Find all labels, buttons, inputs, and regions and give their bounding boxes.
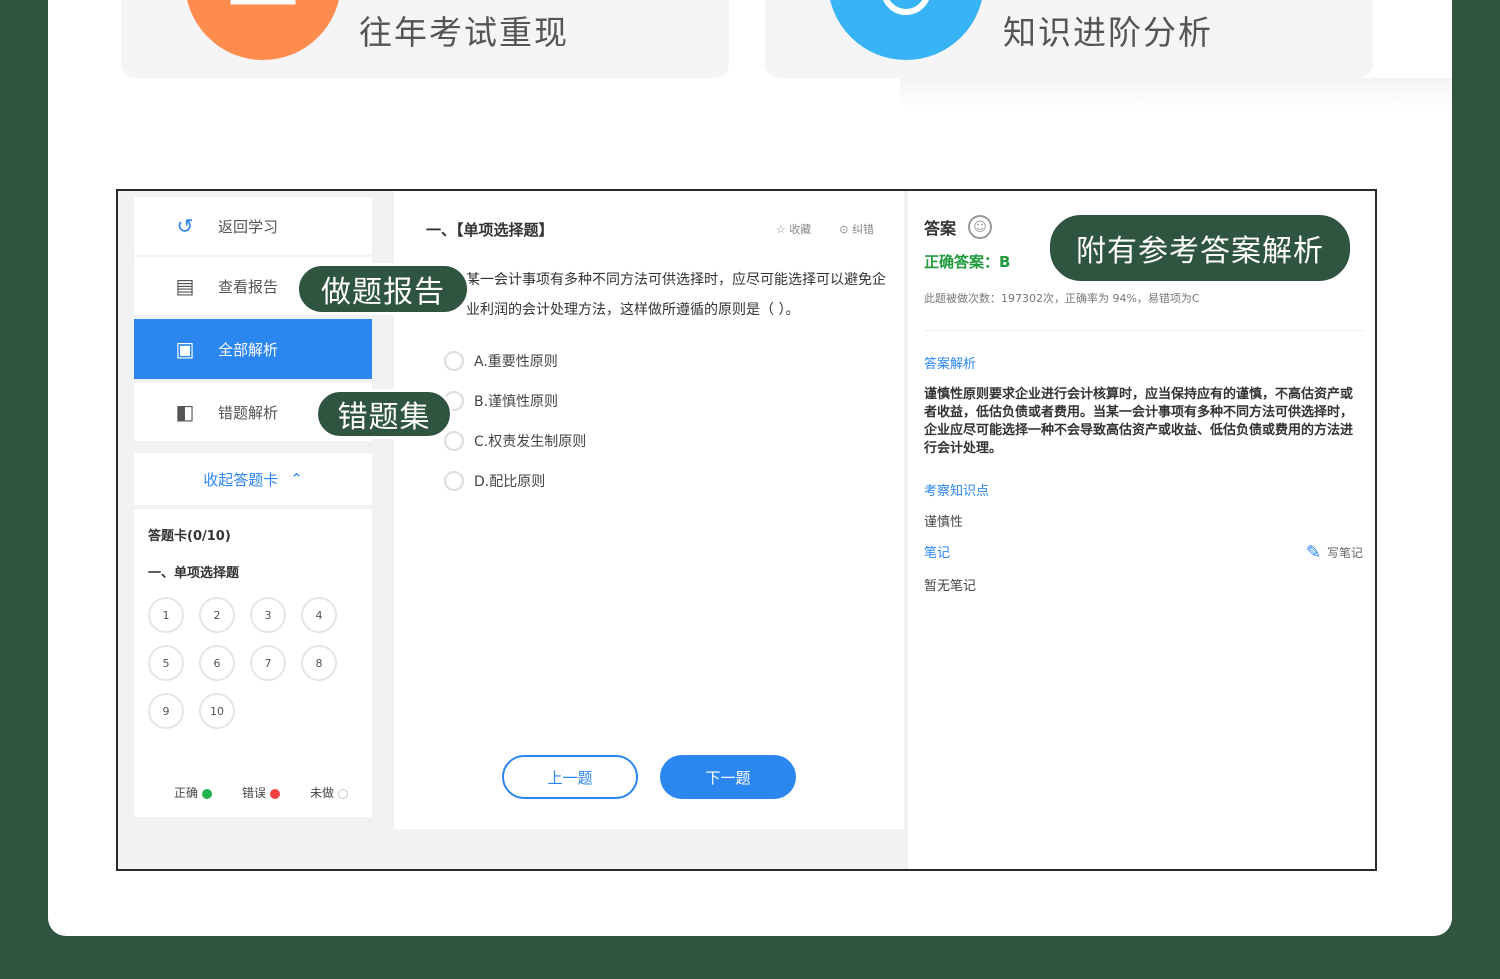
collapse-card-button[interactable]: 收起答题卡 ⌃: [134, 453, 372, 505]
option-label: A.重要性原则: [474, 354, 558, 370]
legend-undone: 未做: [310, 784, 349, 801]
pencil-icon: ✎: [1305, 542, 1321, 563]
back-arrow-icon: ↺: [176, 214, 194, 238]
question-text: 某一会计事项有多种不同方法可供选择时，应尽可能选择可以避免企业利润的会计处理方法…: [466, 272, 886, 318]
sidebar-item-all-analysis[interactable]: ▣ 全部解析: [134, 319, 372, 379]
legend-wrong: 错误: [242, 784, 281, 801]
feature-card-knowledge: 知识进阶分析: [765, 0, 1373, 78]
feature-label: 知识进阶分析: [1003, 13, 1213, 52]
callout-reference-answer: 附有参考答案解析: [1047, 212, 1353, 284]
notes-title: 笔记: [924, 546, 951, 561]
option-label: C.权责发生制原则: [474, 434, 587, 450]
option-c[interactable]: C.权责发生制原则: [444, 431, 586, 451]
sidebar-item-label: 全部解析: [218, 340, 279, 359]
knowledge-title: 考察知识点: [924, 484, 990, 499]
sidebar-item-back[interactable]: ↺ 返回学习: [134, 197, 372, 255]
analysis-title: 答案解析: [924, 357, 977, 372]
answer-stats: 此题被做次数：197302次，正确率为 94%，易错项为C: [924, 290, 1363, 331]
radio-icon: [444, 471, 464, 491]
prev-question-button[interactable]: 上一题: [502, 755, 638, 799]
legend-correct: 正确: [174, 784, 213, 801]
question-panel: 一、【单项选择题】 ☆ 收藏 ⊙ 纠错 某一会计事项有多种不同方法可供选择时，应…: [394, 191, 904, 829]
radio-icon: [444, 431, 464, 451]
status-legend: 正确 错误 未做: [174, 784, 349, 801]
question-type: 一、【单项选择题】: [426, 221, 554, 239]
report-error-button[interactable]: ⊙ 纠错: [839, 221, 874, 237]
question-number[interactable]: 3: [250, 597, 286, 633]
answer-card: 答题卡(0/10) 一、单项选择题 1 2 3 4 5 6 7 8 9 10 正…: [134, 509, 372, 817]
smile-icon: ☺: [968, 215, 993, 239]
question-number[interactable]: 10: [199, 693, 235, 729]
question-number[interactable]: 1: [148, 597, 184, 633]
answer-card-title: 答题卡(0/10): [148, 529, 231, 544]
question-number[interactable]: 7: [250, 645, 286, 681]
star-icon: ☆: [775, 223, 786, 236]
analysis-text: 谨慎性原则要求企业进行会计核算时，应当保持应有的谨慎，不高估资产或者收益，低估负…: [924, 387, 1354, 456]
section-title: 一、单项选择题: [148, 566, 240, 581]
question-number[interactable]: 6: [199, 645, 235, 681]
question-number[interactable]: 9: [148, 693, 184, 729]
option-d[interactable]: D.配比原则: [444, 471, 545, 491]
report-icon: ▤: [175, 274, 195, 298]
option-a[interactable]: A.重要性原则: [444, 351, 558, 371]
question-number[interactable]: 4: [301, 597, 337, 633]
question-number-grid: 1 2 3 4 5 6 7 8 9 10: [148, 597, 358, 729]
book-icon: [185, 0, 341, 60]
callout-report: 做题报告: [296, 263, 470, 315]
feature-label: 往年考试重现: [359, 13, 569, 52]
question-tools: ☆ 收藏 ⊙ 纠错: [776, 221, 874, 237]
feature-card-exam: 往年考试重现: [121, 0, 729, 78]
callout-wrong-set: 错题集: [315, 389, 453, 439]
option-label: B.谨慎性原则: [474, 394, 559, 410]
notes-text: 暂无笔记: [924, 579, 977, 594]
next-question-button[interactable]: 下一题: [660, 755, 796, 799]
option-b[interactable]: B.谨慎性原则: [444, 391, 558, 411]
write-note-button[interactable]: ✎ 写笔记: [1306, 542, 1363, 563]
collapse-label: 收起答题卡: [203, 470, 279, 489]
collect-button[interactable]: ☆ 收藏: [776, 221, 811, 237]
error-icon: ⊙: [839, 223, 849, 236]
sidebar-item-label: 错题解析: [218, 403, 279, 422]
option-label: D.配比原则: [474, 474, 546, 490]
answer-title: 答案: [924, 219, 957, 238]
notes-row: 笔记 ✎ 写笔记: [924, 542, 1363, 563]
question-number[interactable]: 2: [199, 597, 235, 633]
knowledge-text: 谨慎性: [924, 515, 964, 530]
question-number[interactable]: 5: [148, 645, 184, 681]
sidebar-item-label: 查看报告: [218, 277, 279, 296]
answer-panel: 答案 ☺ 正确答案：B 此题被做次数：197302次，正确率为 94%，易错项为…: [908, 191, 1375, 869]
chevron-up-icon: ⌃: [290, 470, 303, 488]
question-number[interactable]: 8: [301, 645, 337, 681]
wrong-analysis-icon: ◧: [175, 400, 195, 424]
divider-shadow: [900, 78, 1452, 108]
radio-icon: [444, 351, 464, 371]
ring-icon: [828, 0, 984, 60]
sidebar-item-label: 返回学习: [218, 217, 279, 236]
analysis-icon: ▣: [175, 337, 195, 361]
